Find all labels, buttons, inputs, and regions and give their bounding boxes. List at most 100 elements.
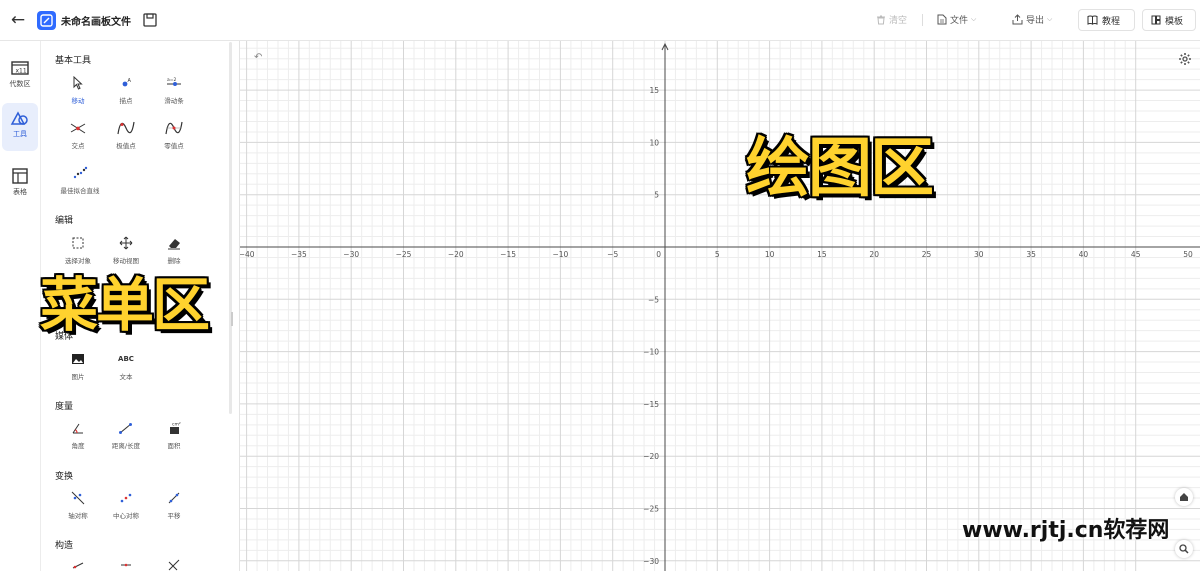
construct-point-icon [121, 563, 131, 567]
tool-construct-3[interactable] [152, 558, 196, 571]
x-tick-label: 35 [1026, 250, 1036, 259]
algebra-icon: x11 [11, 61, 29, 75]
tool-construct-1[interactable] [56, 558, 100, 571]
tool-slider[interactable]: a=2 滑动条 [152, 76, 196, 105]
tool-label: 中心对称 [113, 512, 139, 520]
svg-text:x11: x11 [16, 68, 27, 75]
svg-text:cm²: cm² [172, 423, 181, 428]
section-title-construct: 构造 [55, 541, 74, 551]
tool-extremum[interactable]: 极值点 [104, 121, 148, 150]
template-button[interactable]: 模板 [1142, 9, 1196, 31]
tools-scrollbar[interactable] [229, 42, 232, 414]
menu-area-annotation: 菜单区 [40, 271, 210, 339]
tool-text[interactable]: ABC 文本 [104, 352, 148, 381]
area-icon: cm² [170, 423, 181, 434]
x-tick-label: −5 [607, 250, 618, 259]
rail-item-tools[interactable]: 工具 [2, 103, 38, 151]
cursor-arrow-icon [73, 76, 83, 90]
magnifier-icon [1179, 544, 1189, 554]
file-label: 文件 [950, 16, 969, 26]
graphics-view[interactable]: −40 −35 −30 −25 −20 −15 −10 −5 0 5 10 15 20 25 30 35 40 4… [240, 41, 1200, 571]
rail-label-algebra: 代数区 [9, 80, 31, 88]
tool-label: 移动 [71, 97, 85, 105]
y-tick-label: 5 [654, 191, 659, 200]
x-tick-label: 20 [869, 250, 879, 259]
tool-label: 图片 [71, 373, 85, 381]
home-view-button[interactable] [1175, 488, 1193, 506]
save-icon[interactable] [143, 12, 157, 31]
x-tick-label: −30 [343, 250, 359, 259]
undo-icon[interactable]: ↶ [254, 52, 262, 63]
rail-label-tools: 工具 [13, 130, 27, 138]
gear-icon[interactable] [1178, 51, 1192, 70]
x-tick-label: −35 [291, 250, 307, 259]
svg-text:a=2: a=2 [167, 77, 177, 83]
clear-label: 清空 [889, 16, 908, 26]
trash-icon [877, 15, 885, 24]
y-tick-label: −25 [643, 505, 659, 514]
export-menu-button[interactable]: 导出 ⌵ [1012, 13, 1052, 26]
x-tick-label: −10 [552, 250, 568, 259]
top-bar: ← 未命名画板文件 清空 文件 ⌵ 导出 ⌵ 教程 模板 [0, 0, 1200, 41]
x-tick-label: 25 [922, 250, 932, 259]
clear-button[interactable]: 清空 [876, 13, 907, 26]
template-icon [1151, 15, 1161, 25]
y-tick-label: −30 [643, 557, 659, 566]
best-fit-line-icon [73, 166, 88, 179]
watermark-text: www.rjtj.cn软荐网 [962, 518, 1170, 543]
tool-image[interactable]: 图片 [56, 352, 100, 381]
section-title-basic: 基本工具 [55, 56, 92, 66]
tool-label: 极值点 [116, 142, 136, 150]
tool-construct-2[interactable] [104, 558, 148, 571]
tool-reflect-point[interactable]: 中心对称 [104, 491, 148, 520]
back-arrow-icon[interactable]: ← [8, 10, 28, 30]
grid-major [240, 41, 1200, 571]
rail-item-table[interactable]: 表格 [2, 161, 38, 209]
rail-item-algebra[interactable]: x11 代数区 [2, 53, 38, 101]
tool-label: 滑动条 [164, 97, 184, 105]
file-menu-button[interactable]: 文件 ⌵ [937, 13, 976, 26]
svg-text:A: A [128, 78, 132, 84]
extremum-icon [117, 121, 135, 135]
tool-best-fit-line[interactable]: 最佳拟合直线 [56, 166, 104, 195]
chevron-down-icon: ⌵ [971, 15, 977, 23]
reflect-line-icon [71, 491, 85, 505]
export-icon [1012, 14, 1023, 25]
x-tick-label: −15 [500, 250, 516, 259]
tool-distance[interactable]: 距离/长度 [104, 421, 148, 450]
x-tick-label: 0 [656, 250, 661, 259]
move-view-icon [119, 236, 133, 250]
image-icon [72, 354, 84, 364]
section-title-edit: 编辑 [55, 216, 74, 226]
slider-icon: a=2 [167, 77, 181, 86]
tool-angle[interactable]: 角度 [56, 421, 100, 450]
eraser-icon [168, 239, 180, 250]
panel-resize-handle[interactable] [231, 312, 233, 326]
x-tick-label: 50 [1183, 250, 1193, 259]
reflect-point-icon [120, 493, 132, 503]
document-title[interactable]: 未命名画板文件 [61, 13, 131, 28]
section-title-measure: 度量 [55, 402, 74, 412]
tool-label: 零值点 [164, 142, 184, 150]
tool-move[interactable]: 移动 [56, 76, 100, 105]
translate-icon [168, 492, 180, 504]
tutorial-button[interactable]: 教程 [1078, 9, 1135, 31]
construct-line-icon [72, 562, 84, 569]
y-tick-label: 15 [649, 86, 659, 95]
tool-label: 交点 [71, 142, 85, 150]
y-tick-label: −10 [643, 348, 659, 357]
tool-point[interactable]: A 描点 [104, 76, 148, 105]
left-rail: x11 代数区 工具 表格 [0, 41, 41, 571]
template-label: 模板 [1165, 16, 1184, 27]
tool-intersect[interactable]: 交点 [56, 121, 100, 150]
tool-label: 轴对称 [68, 512, 88, 520]
file-icon [937, 14, 947, 25]
tool-area[interactable]: cm² 面积 [152, 421, 196, 451]
zoom-button[interactable] [1175, 540, 1193, 558]
tool-translate[interactable]: 平移 [152, 491, 196, 520]
point-icon: A [122, 78, 132, 87]
tool-reflect-line[interactable]: 轴对称 [56, 491, 100, 520]
y-tick-label: −20 [643, 452, 659, 461]
tool-roots[interactable]: 零值点 [152, 121, 196, 150]
grid-minor [240, 41, 1200, 571]
